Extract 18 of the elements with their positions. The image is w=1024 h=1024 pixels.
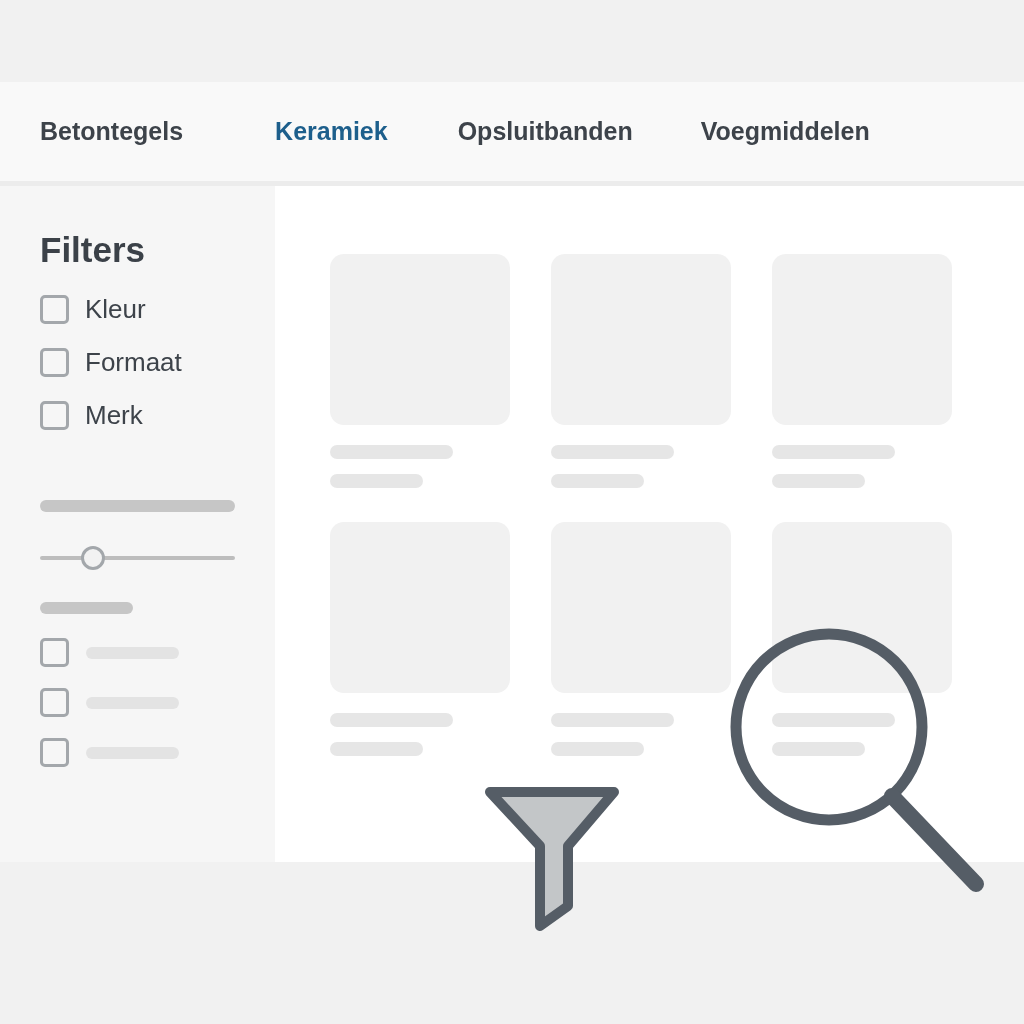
filters-heading: Filters	[40, 232, 147, 267]
filter-label: Kleur	[85, 293, 146, 326]
checkbox[interactable]	[40, 688, 69, 717]
funnel-icon	[482, 784, 622, 932]
category-tab[interactable]: Opsluitbanden	[457, 112, 633, 151]
slider-thumb[interactable]	[80, 546, 105, 570]
category-tab[interactable]: Keramiek	[275, 112, 388, 151]
magnifier-icon	[730, 628, 986, 892]
category-tab[interactable]: Betontegels	[40, 112, 184, 151]
checkbox[interactable]	[40, 295, 69, 324]
filter-label: Formaat	[85, 346, 182, 379]
checkbox[interactable]	[40, 348, 69, 377]
filter-label: Merk	[85, 399, 143, 432]
slider[interactable]	[40, 546, 235, 570]
checkbox[interactable]	[40, 738, 69, 767]
category-tab[interactable]: Voegmiddelen	[700, 112, 870, 151]
checkbox[interactable]	[40, 401, 69, 430]
checkbox[interactable]	[40, 638, 69, 667]
